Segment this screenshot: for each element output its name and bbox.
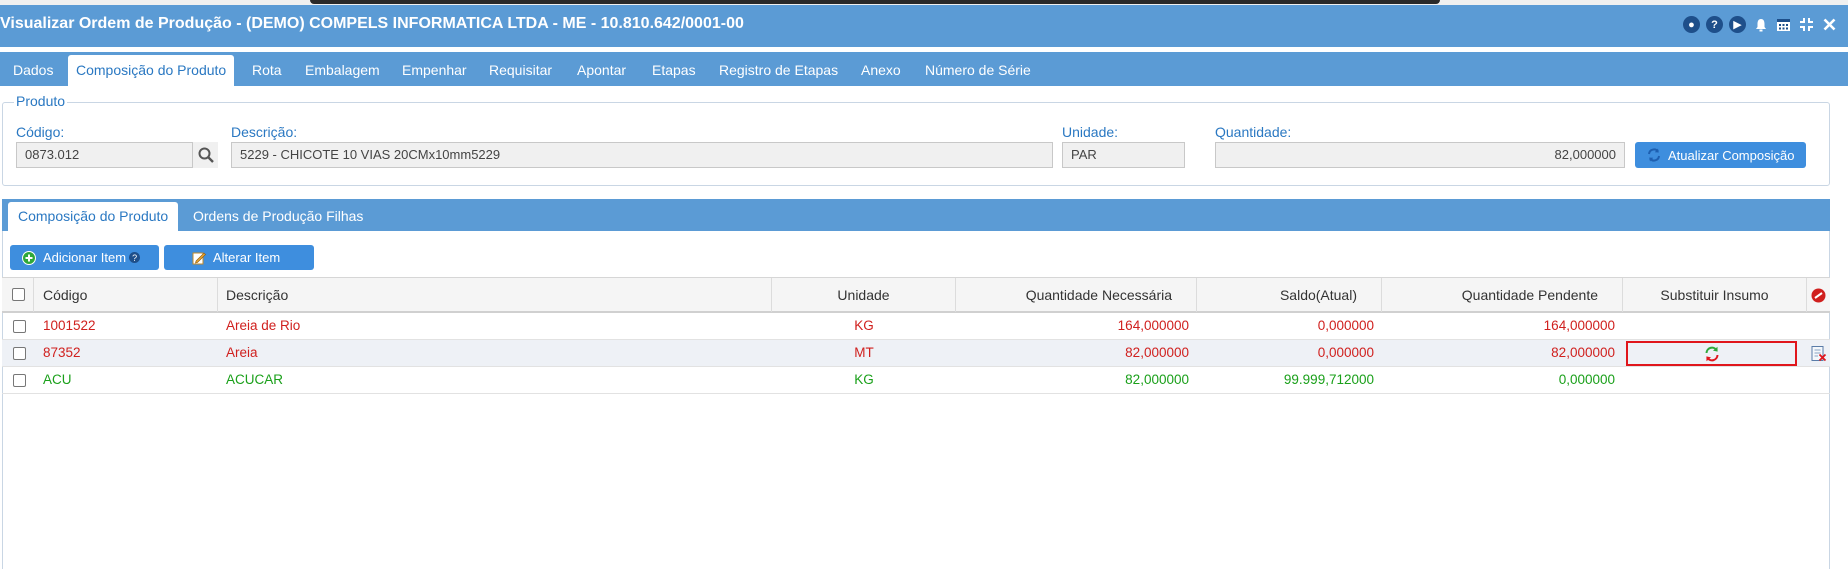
cell-saldo-atual: 0,000000 bbox=[1317, 318, 1374, 333]
refresh-icon bbox=[1648, 148, 1660, 162]
cell-unidade: MT bbox=[854, 345, 874, 360]
no-entry-icon bbox=[1811, 288, 1826, 303]
codigo-label: Código: bbox=[16, 124, 65, 140]
close-icon[interactable] bbox=[1821, 16, 1838, 33]
atualizar-composicao-label: Atualizar Composição bbox=[1668, 147, 1795, 163]
window-title: Visualizar Ordem de Produção - (DEMO) CO… bbox=[0, 15, 744, 32]
header-status-cell bbox=[1807, 278, 1830, 312]
cell-codigo: 1001522 bbox=[43, 318, 96, 333]
titlebar-icons: ● ? ▶ bbox=[1683, 16, 1838, 33]
play-icon[interactable]: ▶ bbox=[1729, 16, 1746, 33]
row-action-button[interactable] bbox=[1810, 345, 1827, 362]
header-unidade[interactable]: Unidade bbox=[772, 278, 956, 312]
tab-numero-de-serie[interactable]: Número de Série bbox=[917, 55, 1039, 86]
calendar-icon[interactable] bbox=[1775, 16, 1792, 33]
bell-icon[interactable] bbox=[1752, 16, 1769, 33]
cell-descricao: Areia bbox=[226, 345, 258, 360]
cell-saldo-atual: 0,000000 bbox=[1317, 345, 1374, 360]
atualizar-composicao-button[interactable]: Atualizar Composição bbox=[1635, 142, 1807, 168]
cell-quantidade-necessaria: 164,000000 bbox=[1117, 318, 1189, 333]
adicionar-item-label: Adicionar Item bbox=[43, 250, 127, 265]
header-descricao[interactable]: Descrição bbox=[218, 278, 772, 312]
tab-composicao-do-produto[interactable]: Composição do Produto bbox=[68, 55, 235, 86]
cell-saldo-atual: 99.999,712000 bbox=[1283, 372, 1374, 387]
cell-unidade: KG bbox=[854, 318, 874, 333]
edit-icon bbox=[192, 252, 206, 264]
row-checkbox[interactable] bbox=[13, 374, 26, 387]
swap-icon bbox=[1705, 346, 1718, 361]
row-checkbox[interactable] bbox=[13, 320, 26, 333]
alterar-item-label: Alterar Item bbox=[213, 250, 281, 265]
document-edit-icon bbox=[1811, 346, 1827, 362]
quantidade-field[interactable]: 82,000000 bbox=[1215, 142, 1625, 168]
subtab-composicao-do-produto[interactable]: Composição do Produto bbox=[8, 202, 179, 231]
tab-empenhar[interactable]: Empenhar bbox=[394, 55, 475, 86]
table-row[interactable]: 87352 Areia MT 82,000000 0,000000 82,000… bbox=[2, 340, 1830, 367]
window-titlebar: Visualizar Ordem de Produção - (DEMO) CO… bbox=[0, 5, 1848, 47]
cell-quantidade-necessaria: 82,000000 bbox=[1125, 345, 1189, 360]
cell-descricao: Areia de Rio bbox=[226, 318, 301, 333]
tab-anexo[interactable]: Anexo bbox=[853, 55, 909, 86]
cell-codigo: ACU bbox=[43, 372, 72, 387]
record-icon[interactable]: ● bbox=[1683, 16, 1700, 33]
descricao-label: Descrição: bbox=[231, 124, 298, 140]
subtab-ordens-de-producao-filhas[interactable]: Ordens de Produção Filhas bbox=[183, 202, 373, 231]
tab-embalagem[interactable]: Embalagem bbox=[297, 55, 388, 86]
grid-header: Código Descrição Unidade Quantidade Nece… bbox=[2, 277, 1830, 313]
tab-requisitar[interactable]: Requisitar bbox=[481, 55, 560, 86]
top-bar bbox=[310, 0, 1440, 4]
cell-quantidade-pendente: 0,000000 bbox=[1558, 372, 1615, 387]
cell-codigo: 87352 bbox=[43, 345, 81, 360]
tab-dados[interactable]: Dados bbox=[5, 55, 61, 86]
header-checkbox-cell bbox=[2, 278, 34, 312]
tab-registro-de-etapas[interactable]: Registro de Etapas bbox=[711, 55, 846, 86]
adicionar-item-button[interactable]: Adicionar Item ? bbox=[10, 245, 159, 270]
add-icon bbox=[22, 250, 36, 265]
header-quantidade-pendente[interactable]: Quantidade Pendente bbox=[1382, 278, 1623, 312]
help-icon[interactable]: ? bbox=[1706, 16, 1723, 33]
tab-etapas[interactable]: Etapas bbox=[644, 55, 704, 86]
table-row[interactable]: 1001522 Areia de Rio KG 164,000000 0,000… bbox=[2, 313, 1830, 340]
cell-quantidade-necessaria: 82,000000 bbox=[1125, 372, 1189, 387]
substituir-insumo-button[interactable] bbox=[1626, 341, 1797, 366]
search-button[interactable] bbox=[192, 142, 218, 168]
search-icon bbox=[198, 147, 214, 163]
tab-apontar[interactable]: Apontar bbox=[569, 55, 634, 86]
cell-descricao: ACUCAR bbox=[226, 372, 284, 387]
table-row[interactable]: ACU ACUCAR KG 82,000000 99.999,712000 0,… bbox=[2, 367, 1830, 394]
codigo-field[interactable]: 0873.012 bbox=[16, 142, 218, 168]
header-saldo-atual[interactable]: Saldo(Atual) bbox=[1197, 278, 1382, 312]
header-codigo[interactable]: Código bbox=[35, 278, 218, 312]
main-tabs: Dados Composição do Produto Rota Embalag… bbox=[0, 52, 1848, 86]
collapse-icon[interactable] bbox=[1798, 16, 1815, 33]
produto-legend: Produto bbox=[14, 93, 68, 109]
header-substituir-insumo[interactable]: Substituir Insumo bbox=[1623, 278, 1807, 312]
sub-tabs: Composição do Produto Ordens de Produção… bbox=[2, 199, 1830, 231]
help-small-icon[interactable]: ? bbox=[129, 252, 141, 263]
descricao-field[interactable]: 5229 - CHICOTE 10 VIAS 20CMx10mm5229 bbox=[231, 142, 1053, 168]
cell-quantidade-pendente: 164,000000 bbox=[1543, 318, 1615, 333]
cell-unidade: KG bbox=[854, 372, 874, 387]
header-quantidade-necessaria[interactable]: Quantidade Necessária bbox=[956, 278, 1197, 312]
row-checkbox[interactable] bbox=[13, 347, 26, 360]
cell-quantidade-pendente: 82,000000 bbox=[1551, 345, 1615, 360]
tab-rota[interactable]: Rota bbox=[244, 55, 290, 86]
alterar-item-button[interactable]: Alterar Item bbox=[164, 245, 314, 270]
select-all-checkbox[interactable] bbox=[12, 288, 25, 301]
unidade-label: Unidade: bbox=[1062, 124, 1119, 140]
quantidade-label: Quantidade: bbox=[1215, 124, 1292, 140]
unidade-field[interactable]: PAR bbox=[1062, 142, 1185, 168]
